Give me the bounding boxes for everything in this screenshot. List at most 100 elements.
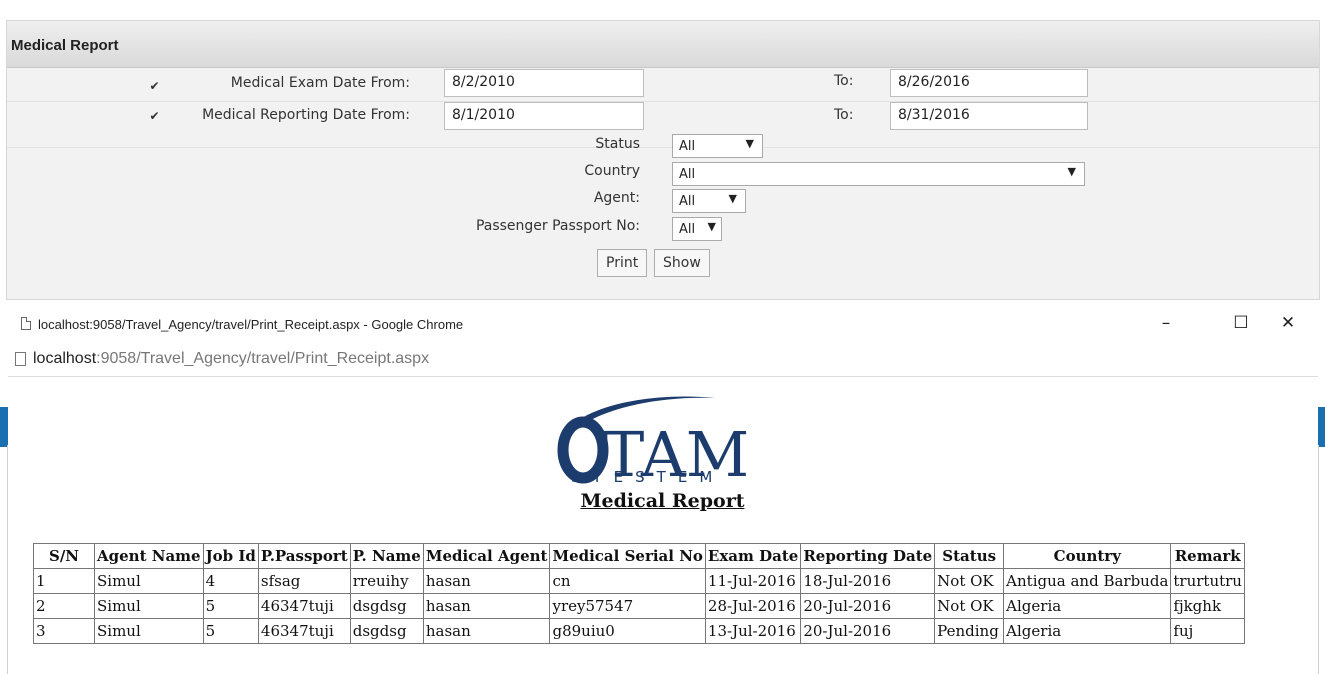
table-cell: 20-Jul-2016	[800, 593, 936, 619]
minimize-icon[interactable]: –	[1156, 313, 1176, 333]
table-cell: dsgdsg	[349, 593, 424, 619]
passport-select[interactable]: All ▼	[672, 217, 722, 241]
table-cell: dsgdsg	[349, 618, 424, 644]
exam-date-from-input[interactable]: 8/2/2010	[444, 69, 644, 97]
reporting-date-from-input[interactable]: 8/1/2010	[444, 102, 644, 130]
column-header: Medical Agent	[422, 543, 551, 569]
table-cell: 18-Jul-2016	[800, 568, 936, 594]
column-header: Reporting Date	[800, 543, 936, 569]
reporting-date-to-input[interactable]: 8/31/2016	[890, 102, 1088, 130]
close-icon[interactable]: ✕	[1278, 313, 1298, 333]
table-cell: 1	[33, 568, 95, 594]
table-cell: Algeria	[1003, 618, 1172, 644]
table-cell: 11-Jul-2016	[704, 568, 802, 594]
panel-title: Medical Report	[11, 37, 119, 54]
table-cell: hasan	[422, 593, 551, 619]
column-header: Medical Serial No	[549, 543, 706, 569]
column-header: Exam Date	[704, 543, 802, 569]
table-row: 1 Simul 4 sfsag rreuihy hasan cn 11-Jul-…	[33, 568, 1245, 594]
medical-report-table: S/N Agent Name Job Id P.Passport P. Name…	[33, 543, 1245, 644]
table-cell: Algeria	[1003, 593, 1172, 619]
otam-logo: TAM SYESTEM	[545, 390, 785, 491]
table-cell: Simul	[94, 593, 204, 619]
table-cell: 5	[202, 593, 259, 619]
table-cell: Antigua and Barbuda	[1003, 568, 1172, 594]
table-cell: 2	[33, 593, 95, 619]
logo-sub-text: SYESTEM	[571, 468, 724, 485]
status-label: Status	[595, 136, 640, 152]
print-button[interactable]: Print	[597, 249, 648, 277]
country-select-value: All	[679, 167, 696, 182]
window-title: localhost:9058/Travel_Agency/travel/Prin…	[38, 317, 464, 332]
table-row: 2 Simul 5 46347tuji dsgdsg hasan yrey575…	[33, 593, 1245, 619]
table-cell: rreuihy	[349, 568, 424, 594]
agent-select[interactable]: All ▼	[672, 189, 746, 213]
dropdown-arrow-icon: ▼	[728, 192, 737, 205]
maximize-icon[interactable]: ☐	[1231, 313, 1251, 333]
url-path: :9058/Travel_Agency/travel/Print_Receipt…	[96, 350, 430, 367]
page-icon	[15, 352, 26, 366]
table-cell: g89uiu0	[549, 618, 706, 644]
table-cell: Simul	[94, 568, 204, 594]
table-row: 3 Simul 5 46347tuji dsgdsg hasan g89uiu0…	[33, 618, 1245, 644]
reporting-date-from-label: Medical Reporting Date From:	[202, 107, 410, 123]
table-cell: hasan	[422, 568, 551, 594]
dropdown-arrow-icon: ▼	[1067, 165, 1076, 178]
url-host: localhost	[33, 350, 97, 367]
passport-select-value: All	[679, 222, 696, 237]
window-title-bar: localhost:9058/Travel_Agency/travel/Prin…	[8, 305, 1318, 343]
panel-header: Medical Report	[7, 21, 1319, 68]
exam-date-from-label: Medical Exam Date From:	[230, 75, 410, 91]
address-bar[interactable]: localhost:9058/Travel_Agency/travel/Prin…	[8, 343, 1318, 377]
dropdown-arrow-icon: ▼	[745, 137, 754, 150]
page-icon	[21, 317, 31, 330]
table-header-row: S/N Agent Name Job Id P.Passport P. Name…	[33, 543, 1245, 569]
dropdown-arrow-icon: ▼	[707, 220, 716, 233]
exam-date-to-input[interactable]: 8/26/2016	[890, 69, 1088, 97]
page-accent-strip-left	[0, 407, 8, 447]
reporting-to-label: To:	[834, 107, 854, 123]
agent-label: Agent:	[593, 190, 640, 206]
table-cell: 46347tuji	[257, 618, 351, 644]
table-cell: sfsag	[257, 568, 351, 594]
table-cell: Not OK	[934, 568, 1005, 594]
report-title: Medical Report	[580, 490, 745, 512]
column-header: Status	[934, 543, 1005, 569]
show-button[interactable]: Show	[654, 249, 710, 277]
divider	[7, 147, 1319, 148]
table-cell: 20-Jul-2016	[800, 618, 936, 644]
passport-label: Passenger Passport No:	[475, 218, 640, 234]
table-cell: fuj	[1170, 618, 1245, 644]
table-cell: Simul	[94, 618, 204, 644]
country-select[interactable]: All ▼	[672, 162, 1085, 186]
page-accent-strip-right	[1317, 407, 1325, 447]
status-select-value: All	[679, 139, 696, 154]
column-header: P.Passport	[257, 543, 351, 569]
table-cell: Pending	[934, 618, 1005, 644]
table-cell: 46347tuji	[257, 593, 351, 619]
agent-select-value: All	[679, 194, 696, 209]
table-cell: yrey57547	[549, 593, 706, 619]
table-cell: hasan	[422, 618, 551, 644]
exam-date-checkbox[interactable]: ✔	[148, 80, 161, 93]
table-cell: 5	[202, 618, 259, 644]
column-header: S/N	[33, 543, 95, 569]
divider	[7, 101, 1319, 102]
table-cell: Not OK	[934, 593, 1005, 619]
table-cell: fjkghk	[1170, 593, 1245, 619]
column-header: Agent Name	[94, 543, 204, 569]
url-text: localhost:9058/Travel_Agency/travel/Prin…	[33, 350, 429, 368]
column-header: Job Id	[202, 543, 259, 569]
exam-to-label: To:	[834, 73, 854, 89]
status-select[interactable]: All ▼	[672, 134, 763, 158]
table-cell: 4	[202, 568, 259, 594]
table-cell: 28-Jul-2016	[704, 593, 802, 619]
table-cell: 13-Jul-2016	[704, 618, 802, 644]
table-cell: trurtutru	[1170, 568, 1245, 594]
table-cell: cn	[549, 568, 706, 594]
column-header: Country	[1003, 543, 1172, 569]
column-header: P. Name	[349, 543, 424, 569]
country-label: Country	[584, 163, 640, 179]
column-header: Remark	[1170, 543, 1245, 569]
table-cell: 3	[33, 618, 95, 644]
